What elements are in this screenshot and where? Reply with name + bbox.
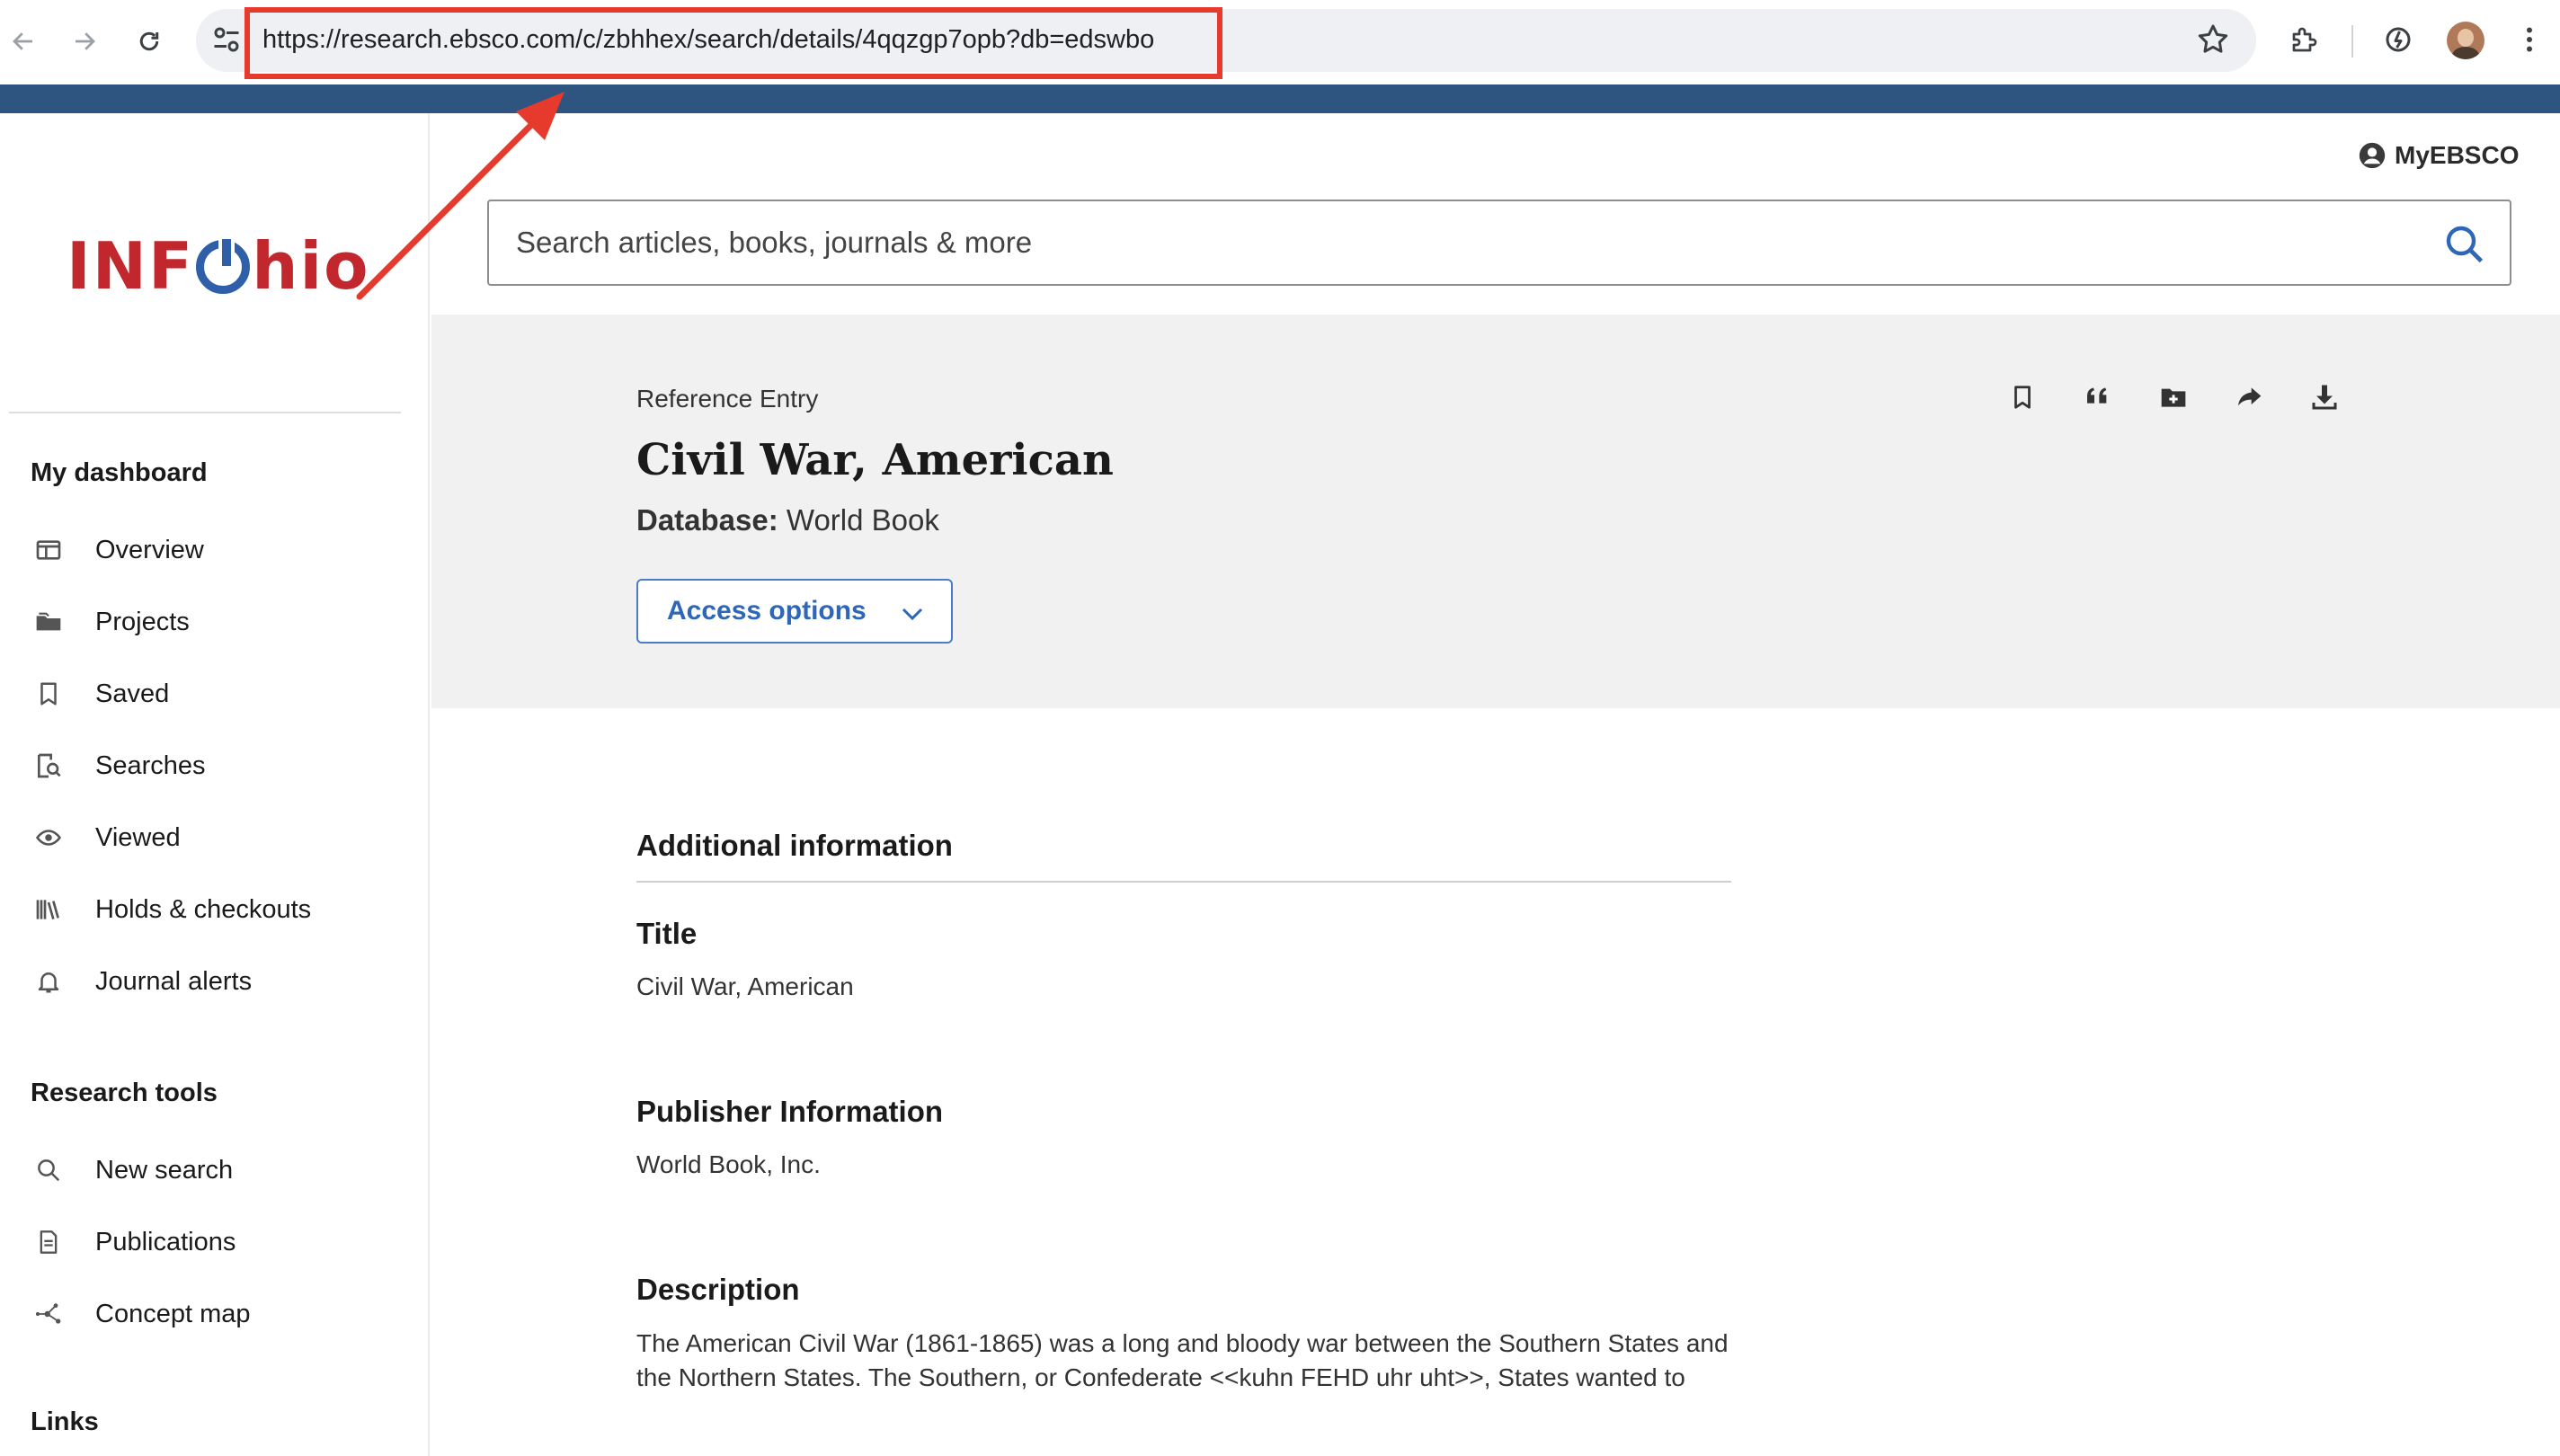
- description-value: The American Civil War (1861-1865) was a…: [636, 1329, 1729, 1391]
- sidebar-item-label: Concept map: [95, 1299, 251, 1328]
- bookmark-star-icon[interactable]: [2195, 22, 2231, 58]
- cite-button[interactable]: [2076, 376, 2120, 419]
- logo-text-left: INF: [67, 228, 195, 304]
- research-tools-heading: Research tools: [31, 1079, 218, 1107]
- sidebar-item-label: Journal alerts: [95, 966, 253, 996]
- share-arrow-icon: [2238, 387, 2262, 406]
- database-value: World Book: [786, 503, 939, 537]
- search-icon: [31, 1152, 67, 1188]
- links-heading: Links: [31, 1407, 99, 1436]
- sidebar-item-label: Projects: [95, 607, 190, 636]
- forward-arrow-icon: [76, 32, 95, 50]
- eye-icon: [31, 820, 67, 856]
- logo-text-right: hio: [252, 228, 370, 304]
- overview-icon: [31, 532, 67, 568]
- extensions-button[interactable]: [2285, 20, 2324, 59]
- bell-icon: [31, 963, 67, 999]
- sidebar-item-viewed[interactable]: Viewed: [31, 812, 408, 863]
- download-icon: [2312, 385, 2337, 410]
- infohio-logo[interactable]: INF hio: [67, 228, 370, 304]
- database-label: Database:: [636, 503, 778, 537]
- save-record-button[interactable]: [2001, 376, 2044, 419]
- title-value: Civil War, American: [636, 972, 854, 1000]
- sidebar-item-label: Viewed: [95, 822, 181, 852]
- sidebar-item-journal-alerts[interactable]: Journal alerts: [31, 956, 408, 1007]
- power-icon: [196, 235, 251, 294]
- chevron-down-icon: [902, 608, 923, 621]
- concept-map-icon: [31, 1296, 67, 1332]
- share-button[interactable]: [2227, 376, 2271, 419]
- sidebar-item-publications[interactable]: Publications: [31, 1217, 408, 1267]
- puzzle-icon: [2292, 27, 2317, 52]
- search-submit-button[interactable]: [2440, 219, 2490, 270]
- back-button[interactable]: [2, 20, 45, 63]
- user-circle-icon: [2359, 142, 2386, 169]
- quote-icon: [2087, 387, 2107, 404]
- record-type: Reference Entry: [636, 385, 819, 413]
- publisher-label: Publisher Information: [636, 1095, 944, 1128]
- annotation-highlight-box: [244, 7, 1222, 79]
- document-icon: [31, 1224, 67, 1260]
- forward-button[interactable]: [63, 20, 106, 63]
- search-input[interactable]: [516, 225, 2404, 261]
- brand-bar: [0, 84, 2560, 113]
- reload-icon: [139, 31, 159, 51]
- sidebar-item-overview[interactable]: Overview: [31, 525, 408, 575]
- sidebar-item-label: Overview: [95, 535, 204, 564]
- sidebar-item-projects[interactable]: Projects: [31, 597, 408, 647]
- record-database: Database: World Book: [636, 503, 939, 537]
- sidebar-item-label: Searches: [95, 750, 206, 780]
- sidebar-divider: [9, 412, 401, 413]
- sidebar-item-new-search[interactable]: New search: [31, 1145, 408, 1195]
- search-bar: [487, 200, 2511, 286]
- toolbar-separator: [2351, 25, 2353, 58]
- site-settings-icon[interactable]: [210, 23, 243, 56]
- additional-info-heading: Additional information: [636, 829, 953, 862]
- add-to-project-button[interactable]: [2152, 376, 2195, 419]
- browser-menu-button[interactable]: [2510, 20, 2549, 59]
- sidebar-item-searches[interactable]: Searches: [31, 741, 408, 791]
- description-label: Description: [636, 1273, 800, 1306]
- access-options-button[interactable]: Access options: [636, 579, 953, 644]
- performance-button[interactable]: [2378, 20, 2418, 59]
- bookmark-icon: [31, 676, 67, 712]
- speed-icon: [2386, 27, 2411, 52]
- title-label: Title: [636, 917, 698, 950]
- books-icon: [31, 892, 67, 928]
- myebsco-label: MyEBSCO: [2395, 141, 2520, 169]
- sidebar-item-label: Publications: [95, 1227, 236, 1256]
- sidebar-item-holds[interactable]: Holds & checkouts: [31, 884, 408, 935]
- sidebar-item-label: Holds & checkouts: [95, 894, 312, 924]
- sidebar-item-concept-map[interactable]: Concept map: [31, 1289, 408, 1339]
- myebsco-account-link[interactable]: MyEBSCO: [2357, 140, 2519, 171]
- sidebar-item-label: New search: [95, 1155, 234, 1185]
- publisher-value: World Book, Inc.: [636, 1150, 821, 1178]
- sidebar-item-saved[interactable]: Saved: [31, 669, 408, 719]
- back-arrow-icon: [13, 32, 32, 50]
- download-button[interactable]: [2303, 376, 2346, 419]
- folder-plus-icon: [2161, 388, 2186, 407]
- more-vertical-icon: [2527, 27, 2532, 52]
- access-options-label: Access options: [667, 596, 867, 626]
- dashboard-heading: My dashboard: [31, 458, 208, 487]
- search-icon: [2446, 226, 2484, 263]
- sidebar-item-label: Saved: [95, 679, 170, 708]
- profile-avatar[interactable]: [2447, 22, 2484, 59]
- search-history-icon: [31, 748, 67, 784]
- section-divider: [636, 881, 1731, 883]
- folder-icon: [31, 604, 67, 640]
- record-title: Civil War, American: [636, 435, 1114, 485]
- bookmark-icon: [2014, 386, 2031, 409]
- screen: https://research.ebsco.com/c/zbhhex/sear…: [0, 0, 2560, 1456]
- reload-button[interactable]: [128, 20, 171, 63]
- browser-toolbar: https://research.ebsco.com/c/zbhhex/sear…: [0, 0, 2560, 84]
